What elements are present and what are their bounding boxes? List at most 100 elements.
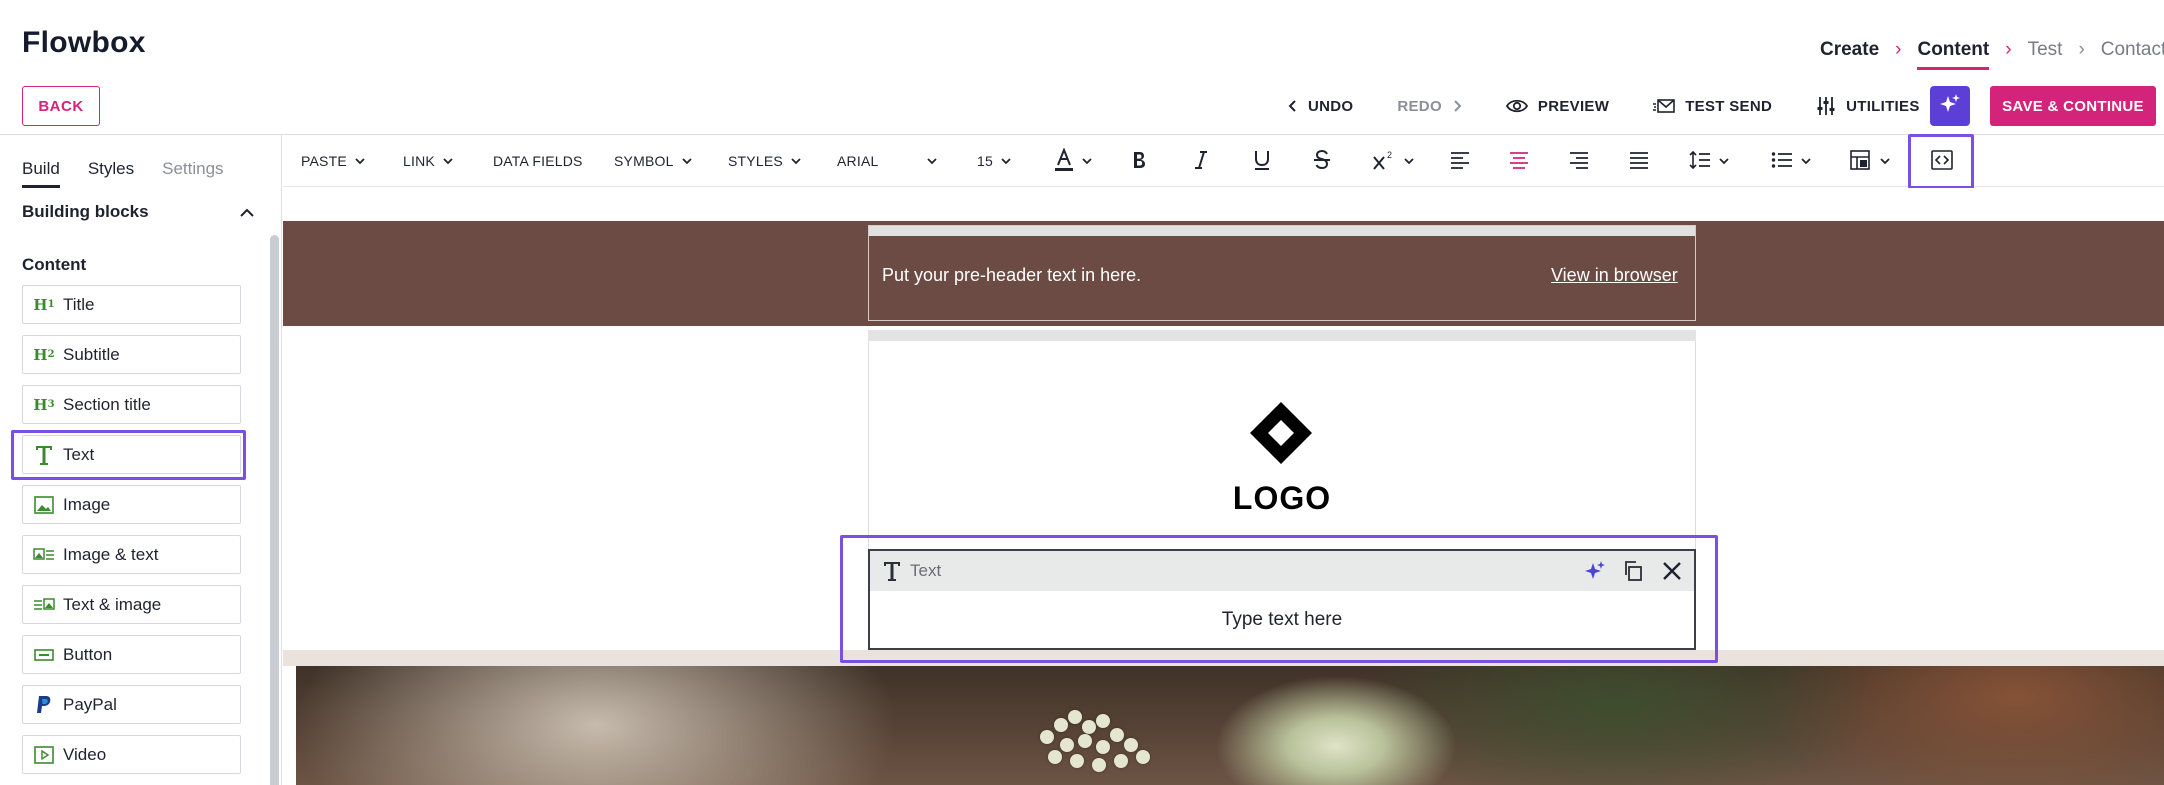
- sliders-icon: [1816, 96, 1836, 116]
- step-content[interactable]: Content: [1917, 39, 1990, 70]
- block-section-title[interactable]: H3 Section title: [22, 385, 241, 424]
- h2-icon: H2: [33, 345, 55, 364]
- text-content-block[interactable]: Text Type text here: [868, 549, 1696, 650]
- italic-button[interactable]: [1194, 135, 1208, 187]
- h1-icon: H1: [33, 295, 55, 314]
- align-center-icon: [1509, 151, 1529, 172]
- font-family-select[interactable]: ARIAL: [837, 135, 937, 187]
- block-text-image[interactable]: Text & image: [22, 585, 241, 624]
- styles-dropdown[interactable]: STYLES: [728, 135, 801, 187]
- logo-block-handle[interactable]: [868, 330, 1696, 341]
- chevron-right-icon: ›: [2005, 39, 2012, 60]
- superscript-dropdown[interactable]: 2: [1372, 135, 1414, 187]
- back-button[interactable]: BACK: [22, 86, 100, 126]
- block-label: Button: [63, 644, 113, 664]
- line-height-icon: [1689, 150, 1711, 172]
- chevron-down-icon: [1801, 157, 1811, 165]
- chevron-down-icon: [1880, 157, 1890, 165]
- paste-label: PASTE: [301, 153, 347, 169]
- text-block-header[interactable]: Text: [870, 551, 1694, 591]
- block-image[interactable]: Image: [22, 485, 241, 524]
- chevron-down-icon: [1719, 157, 1729, 165]
- bold-button[interactable]: [1131, 135, 1147, 187]
- code-button-highlight: [1908, 134, 1974, 189]
- undo-button[interactable]: UNDO: [1288, 98, 1353, 115]
- block-title[interactable]: H1 Title: [22, 285, 241, 324]
- close-icon: [1662, 561, 1682, 581]
- redo-button[interactable]: REDO: [1397, 98, 1462, 115]
- link-label: LINK: [403, 153, 435, 169]
- format-toolbar: PASTE LINK DATA FIELDS SYMBOL STYLES ARI…: [283, 135, 2164, 187]
- font-size-label: 15: [977, 153, 993, 169]
- block-video[interactable]: Video: [22, 735, 241, 774]
- align-center-button[interactable]: [1509, 135, 1529, 187]
- utilities-dropdown[interactable]: UTILITIES: [1816, 96, 1942, 116]
- duplicate-block-button[interactable]: [1622, 560, 1644, 582]
- block-label: Video: [63, 744, 107, 764]
- image-text-icon: [33, 547, 55, 563]
- save-continue-button[interactable]: SAVE & CONTINUE: [1990, 86, 2156, 126]
- block-label: PayPal: [63, 694, 117, 714]
- block-image-text[interactable]: Image & text: [22, 535, 241, 574]
- bullet-list-icon: [1771, 151, 1793, 172]
- link-dropdown[interactable]: LINK: [403, 135, 453, 187]
- ai-sparkle-button[interactable]: [1584, 560, 1606, 582]
- eye-icon: [1505, 98, 1528, 114]
- align-justify-button[interactable]: [1629, 135, 1649, 187]
- image-icon: [33, 495, 55, 514]
- preview-button[interactable]: PREVIEW: [1505, 97, 1610, 115]
- svg-text:2: 2: [1387, 150, 1392, 160]
- text-block-editor[interactable]: Type text here: [870, 591, 1694, 648]
- styles-label: STYLES: [728, 153, 783, 169]
- group-label: Content: [22, 255, 87, 274]
- step-contact[interactable]: Contact: [2101, 39, 2164, 61]
- copy-icon: [1622, 560, 1644, 582]
- chevron-right-icon: ›: [1895, 39, 1902, 60]
- video-icon: [33, 745, 55, 764]
- align-right-button[interactable]: [1569, 135, 1589, 187]
- building-blocks-header[interactable]: Building blocks: [22, 202, 254, 222]
- h3-icon: H3: [33, 395, 55, 414]
- preview-label: PREVIEW: [1537, 97, 1610, 115]
- strikethrough-button[interactable]: [1313, 135, 1331, 187]
- table-insert-icon: [1850, 149, 1872, 173]
- remove-block-button[interactable]: [1662, 561, 1682, 581]
- view-in-browser-link[interactable]: View in browser: [1551, 265, 1678, 286]
- font-color-dropdown[interactable]: [1054, 135, 1092, 187]
- chevron-right-icon: [1452, 99, 1462, 113]
- table-dropdown[interactable]: [1850, 135, 1890, 187]
- align-left-button[interactable]: [1450, 135, 1470, 187]
- underline-button[interactable]: [1253, 135, 1271, 187]
- sparkle-icon: [1939, 93, 1961, 120]
- paste-dropdown[interactable]: PASTE: [301, 135, 365, 187]
- section-spacer: [283, 650, 2164, 666]
- block-text[interactable]: Text: [22, 435, 241, 474]
- tab-styles[interactable]: Styles: [88, 159, 134, 188]
- list-dropdown[interactable]: [1771, 135, 1811, 187]
- data-fields-button[interactable]: DATA FIELDS: [493, 135, 583, 187]
- font-size-select[interactable]: 15: [977, 135, 1011, 187]
- block-button[interactable]: Button: [22, 635, 241, 674]
- preheader-text[interactable]: Put your pre-header text in here.: [882, 265, 1141, 286]
- step-test[interactable]: Test: [2028, 39, 2063, 61]
- tab-settings[interactable]: Settings: [162, 159, 223, 188]
- step-create[interactable]: Create: [1820, 39, 1879, 61]
- logo-text: LOGO: [1232, 480, 1332, 516]
- block-subtitle[interactable]: H2 Subtitle: [22, 335, 241, 374]
- chevron-down-icon: [681, 157, 692, 165]
- text-t-icon: [882, 560, 902, 582]
- test-send-button[interactable]: TEST SEND: [1653, 98, 1772, 115]
- app-logo: Flowbox: [22, 26, 146, 59]
- hero-image[interactable]: [296, 666, 2164, 785]
- tab-build[interactable]: Build: [22, 159, 60, 188]
- redo-label: REDO: [1397, 97, 1442, 115]
- text-image-icon: [33, 597, 55, 613]
- block-paypal[interactable]: PayPal: [22, 685, 241, 724]
- symbol-dropdown[interactable]: SYMBOL: [614, 135, 692, 187]
- ai-assistant-button[interactable]: [1930, 86, 1970, 126]
- block-label: Subtitle: [63, 344, 120, 364]
- line-height-dropdown[interactable]: [1689, 135, 1729, 187]
- italic-icon: [1194, 150, 1208, 173]
- button-icon: [33, 648, 55, 662]
- panel-scrollbar[interactable]: [270, 235, 279, 785]
